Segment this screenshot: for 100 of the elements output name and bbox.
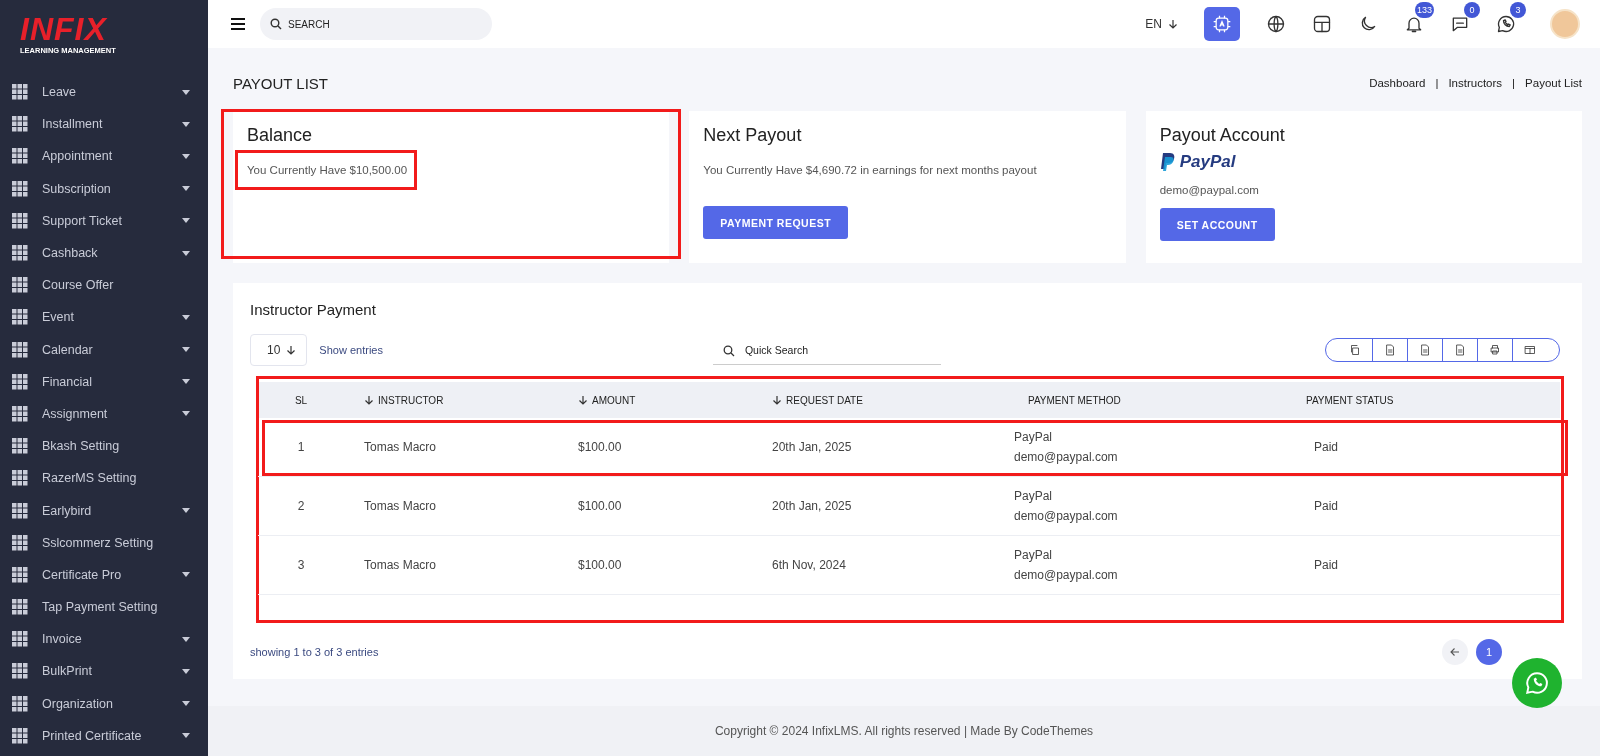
column-header: SL (293, 394, 309, 406)
arrow-down-icon[interactable] (286, 345, 297, 355)
caret-icon (182, 379, 190, 385)
sidebar-item[interactable]: Earlybird (0, 494, 208, 527)
print-icon[interactable] (1489, 344, 1501, 356)
sidebar-item[interactable]: Course Offer (0, 269, 208, 302)
card-text: You Currently Have $10,500.00 (247, 164, 408, 176)
table-cell-text: 20th Jan, 2025 (771, 499, 853, 513)
sidebar-item[interactable]: Calendar (0, 333, 208, 366)
caret-icon (182, 186, 190, 192)
search-field[interactable]: SEARCH (260, 8, 492, 40)
sort-arrow-icon[interactable] (364, 395, 374, 405)
grid-icon (12, 84, 28, 101)
sidebar-item[interactable]: Installment (0, 108, 208, 141)
entries-summary: showing 1 to 3 of 3 entries (250, 646, 379, 658)
chat-count: 3 (1510, 2, 1526, 18)
table-cell-text: $100.00 (577, 499, 623, 513)
sidebar-item[interactable]: Printed Certificate (0, 719, 208, 752)
column-header[interactable]: AMOUNT (558, 394, 752, 406)
sidebar-item[interactable]: BulkPrint (0, 655, 208, 688)
language-selector[interactable]: EN (1145, 17, 1178, 31)
payment-request-button[interactable]: PAYMENT REQUEST (703, 206, 849, 239)
arrow-down-icon[interactable] (1168, 19, 1178, 29)
sort-arrow-icon[interactable] (578, 395, 588, 405)
breadcrumb-link[interactable]: Payout List (1525, 77, 1582, 89)
footer-text: Copyright © 2024 InfixLMS. All rights reserved | Made By CodeThemes (714, 724, 1094, 738)
breadcrumb-link[interactable]: Dashboard (1369, 77, 1426, 89)
document-icon[interactable] (1419, 344, 1431, 356)
table-cell-text: Paid (1313, 440, 1340, 454)
grid-icon (12, 727, 28, 744)
column-header[interactable]: REQUEST DATE (752, 394, 994, 406)
caret-icon (182, 89, 190, 95)
caret-icon (182, 508, 190, 514)
grid-icon (12, 695, 28, 712)
card-title: Next Payout (703, 125, 802, 146)
sidebar-item[interactable]: Financial (0, 365, 208, 398)
grid-icon (12, 212, 28, 229)
set-account-button[interactable]: SET ACCOUNT (1159, 208, 1275, 241)
grid-icon (12, 663, 28, 680)
sidebar-item[interactable]: Assignment (0, 397, 208, 431)
message-count: 0 (1464, 2, 1480, 18)
payment-method: PayPal (1014, 548, 1053, 562)
spreadsheet-icon[interactable] (1384, 344, 1396, 356)
paypal-logo-icon (1159, 153, 1176, 171)
page-size-select[interactable]: 10 (250, 334, 308, 366)
payment-email: demo@paypal.com (1014, 450, 1118, 464)
column-header[interactable]: INSTRUCTOR (344, 394, 558, 406)
card-title: Balance (247, 125, 313, 146)
chip-icon (1212, 14, 1232, 34)
sidebar-item[interactable]: Bkash Setting (0, 430, 208, 463)
caret-icon (182, 153, 190, 159)
sidebar-item[interactable]: Leave (0, 76, 208, 109)
sidebar-item[interactable]: Organization (0, 687, 208, 720)
sidebar-item[interactable]: Sslcommerz Setting (0, 526, 208, 559)
arrow-left-icon (1450, 647, 1460, 657)
table-cell-text: $100.00 (577, 440, 623, 454)
menu-icon[interactable] (230, 17, 246, 31)
caret-icon (182, 572, 190, 578)
sidebar-item[interactable]: RazerMS Setting (0, 462, 208, 495)
notification-count: 133 (1414, 2, 1434, 18)
sidebar-item[interactable]: Certificate Pro (0, 558, 208, 591)
globe-icon[interactable] (1266, 14, 1286, 34)
pdf-icon[interactable] (1454, 344, 1466, 356)
sidebar-item[interactable]: Invoice (0, 623, 208, 656)
payment-method: PayPal (1014, 489, 1053, 503)
table-cell-text: 20th Jan, 2025 (771, 440, 853, 454)
table-cell-text: Paid (1313, 499, 1340, 513)
phone-chat-icon (1524, 670, 1550, 696)
column-header: PAYMENT METHOD (1027, 394, 1122, 406)
payment-email: demo@paypal.com (1014, 509, 1118, 523)
payment-email: demo@paypal.com (1014, 568, 1118, 582)
sidebar-item[interactable]: Appointment (0, 140, 208, 173)
card-title: Payout Account (1159, 125, 1285, 146)
ai-chip-button[interactable] (1204, 7, 1240, 41)
sort-arrow-icon[interactable] (772, 395, 782, 405)
grid-icon (12, 566, 28, 583)
grid-icon (12, 277, 28, 294)
table-cell-text: $100.00 (577, 558, 623, 572)
table-cell-text: Tomas Macro (363, 440, 438, 454)
grid-icon (12, 309, 28, 326)
sidebar-item[interactable]: Event (0, 301, 208, 334)
grid-icon (12, 180, 28, 197)
copy-icon[interactable] (1349, 344, 1361, 356)
grid-icon (12, 116, 28, 133)
caret-icon (182, 347, 190, 353)
phone-chat-icon[interactable] (1496, 14, 1516, 34)
sidebar-item[interactable]: Cashback (0, 236, 208, 270)
page-button[interactable]: 1 (1476, 639, 1502, 665)
column-header: PAYMENT STATUS (1305, 394, 1395, 406)
grid-icon (12, 148, 28, 165)
layout-icon[interactable] (1312, 14, 1332, 34)
sidebar-item[interactable]: Subscription (0, 172, 208, 205)
breadcrumb-separator: | (1435, 77, 1439, 89)
breadcrumb-link[interactable]: Instructors (1448, 77, 1503, 89)
sidebar-item[interactable]: Tap Payment Setting (0, 591, 208, 624)
sidebar-item[interactable]: Support Ticket (0, 204, 208, 237)
search-icon (722, 345, 735, 357)
columns-icon[interactable] (1524, 344, 1536, 356)
table-cell-text: Tomas Macro (363, 558, 438, 572)
search-icon (270, 18, 282, 30)
